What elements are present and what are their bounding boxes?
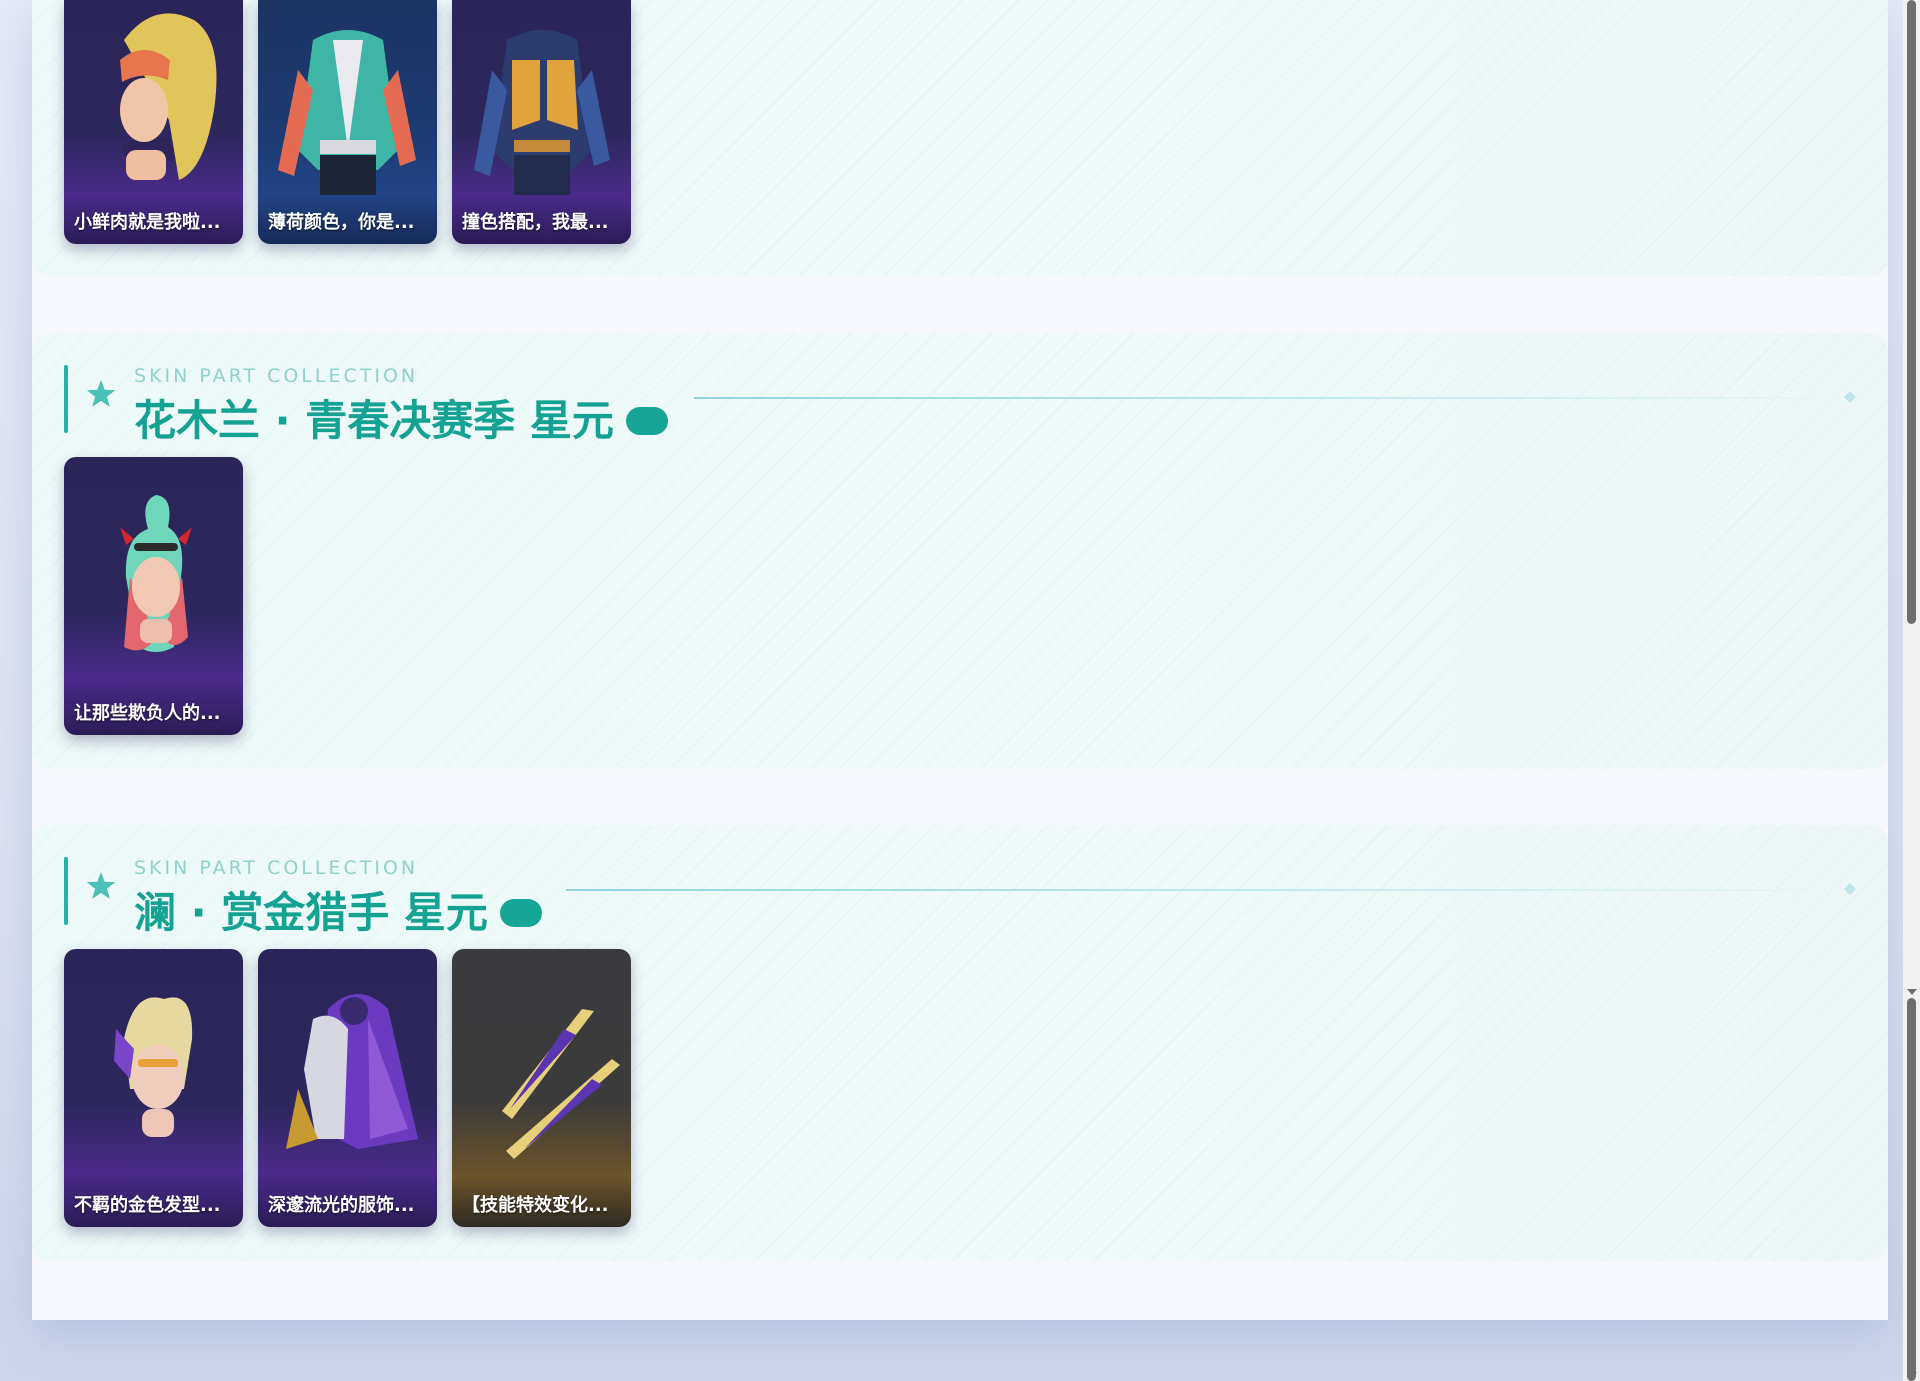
outfit-icon bbox=[278, 30, 416, 195]
skin-section-lan: SKIN PART COLLECTION 澜 · 赏金猎手 星元 不羁的金色发型… bbox=[32, 825, 1888, 1261]
card-list: 不羁的金色发型... 深邃流光的服饰... 【技能特效变化... bbox=[64, 949, 631, 1227]
skin-section-mulan: SKIN PART COLLECTION 花木兰 · 青春决赛季 星元 让那些欺… bbox=[32, 333, 1888, 769]
skin-part-card[interactable]: 【技能特效变化... bbox=[452, 949, 631, 1227]
skin-part-card[interactable]: 薄荷颜色，你是... bbox=[258, 0, 437, 244]
card-label: 小鲜肉就是我啦... bbox=[74, 212, 221, 233]
card-list: 让那些欺负人的... bbox=[64, 457, 243, 735]
page-scrollbar[interactable] bbox=[1903, 0, 1920, 1381]
accent-bar bbox=[64, 365, 68, 433]
title-badge bbox=[625, 406, 668, 435]
card-label: 撞色搭配，我最... bbox=[462, 212, 609, 233]
card-label: 不羁的金色发型... bbox=[74, 1195, 221, 1216]
hero-head-icon bbox=[114, 997, 193, 1137]
skin-part-card[interactable]: 小鲜肉就是我啦... bbox=[64, 0, 243, 244]
scroll-down-arrow-icon[interactable] bbox=[1907, 1372, 1917, 1378]
section-title: 澜 · 赏金猎手 星元 bbox=[134, 879, 542, 940]
header-divider bbox=[566, 889, 1826, 891]
hero-head-icon bbox=[120, 13, 217, 181]
scroll-thumb[interactable] bbox=[1907, 0, 1916, 624]
card-label: 深邃流光的服饰... bbox=[268, 1195, 415, 1216]
title-badge bbox=[499, 898, 542, 927]
skin-part-card[interactable]: 深邃流光的服饰... bbox=[258, 949, 437, 1227]
header-divider bbox=[694, 397, 1826, 399]
section-subtitle: SKIN PART COLLECTION bbox=[134, 857, 419, 879]
accent-bar bbox=[64, 857, 68, 925]
section-header: SKIN PART COLLECTION 花木兰 · 青春决赛季 星元 bbox=[64, 365, 1856, 445]
blade-icon bbox=[502, 1009, 620, 1159]
section-title-text: 澜 · 赏金猎手 星元 bbox=[134, 888, 488, 937]
card-label: 让那些欺负人的... bbox=[74, 703, 221, 724]
diamond-icon bbox=[1844, 883, 1856, 895]
skin-part-card[interactable]: 撞色搭配，我最... bbox=[452, 0, 631, 244]
card-label: 【技能特效变化... bbox=[462, 1195, 609, 1216]
section-title: 花木兰 · 青春决赛季 星元 bbox=[134, 387, 668, 448]
section-title-text: 花木兰 · 青春决赛季 星元 bbox=[134, 396, 614, 445]
star-icon bbox=[86, 871, 116, 899]
skin-part-card[interactable]: 让那些欺负人的... bbox=[64, 457, 243, 735]
outfit-icon bbox=[474, 30, 610, 195]
star-icon bbox=[86, 379, 116, 407]
skin-section-top: 小鲜肉就是我啦... 薄荷颜色，你是... 撞色搭配，我最... bbox=[32, 0, 1888, 276]
section-header: SKIN PART COLLECTION 澜 · 赏金猎手 星元 bbox=[64, 857, 1856, 937]
scroll-down-arrow-icon[interactable] bbox=[1907, 989, 1917, 995]
diamond-icon bbox=[1844, 391, 1856, 403]
section-subtitle: SKIN PART COLLECTION bbox=[134, 365, 419, 387]
main-panel: 小鲜肉就是我啦... 薄荷颜色，你是... 撞色搭配，我最... SKIN PA… bbox=[32, 0, 1888, 1320]
hero-head-icon bbox=[120, 495, 192, 652]
outfit-icon bbox=[286, 994, 418, 1149]
scroll-thumb[interactable] bbox=[1907, 998, 1916, 1381]
card-label: 薄荷颜色，你是... bbox=[268, 212, 415, 233]
skin-part-card[interactable]: 不羁的金色发型... bbox=[64, 949, 243, 1227]
card-list: 小鲜肉就是我啦... 薄荷颜色，你是... 撞色搭配，我最... bbox=[64, 0, 631, 244]
